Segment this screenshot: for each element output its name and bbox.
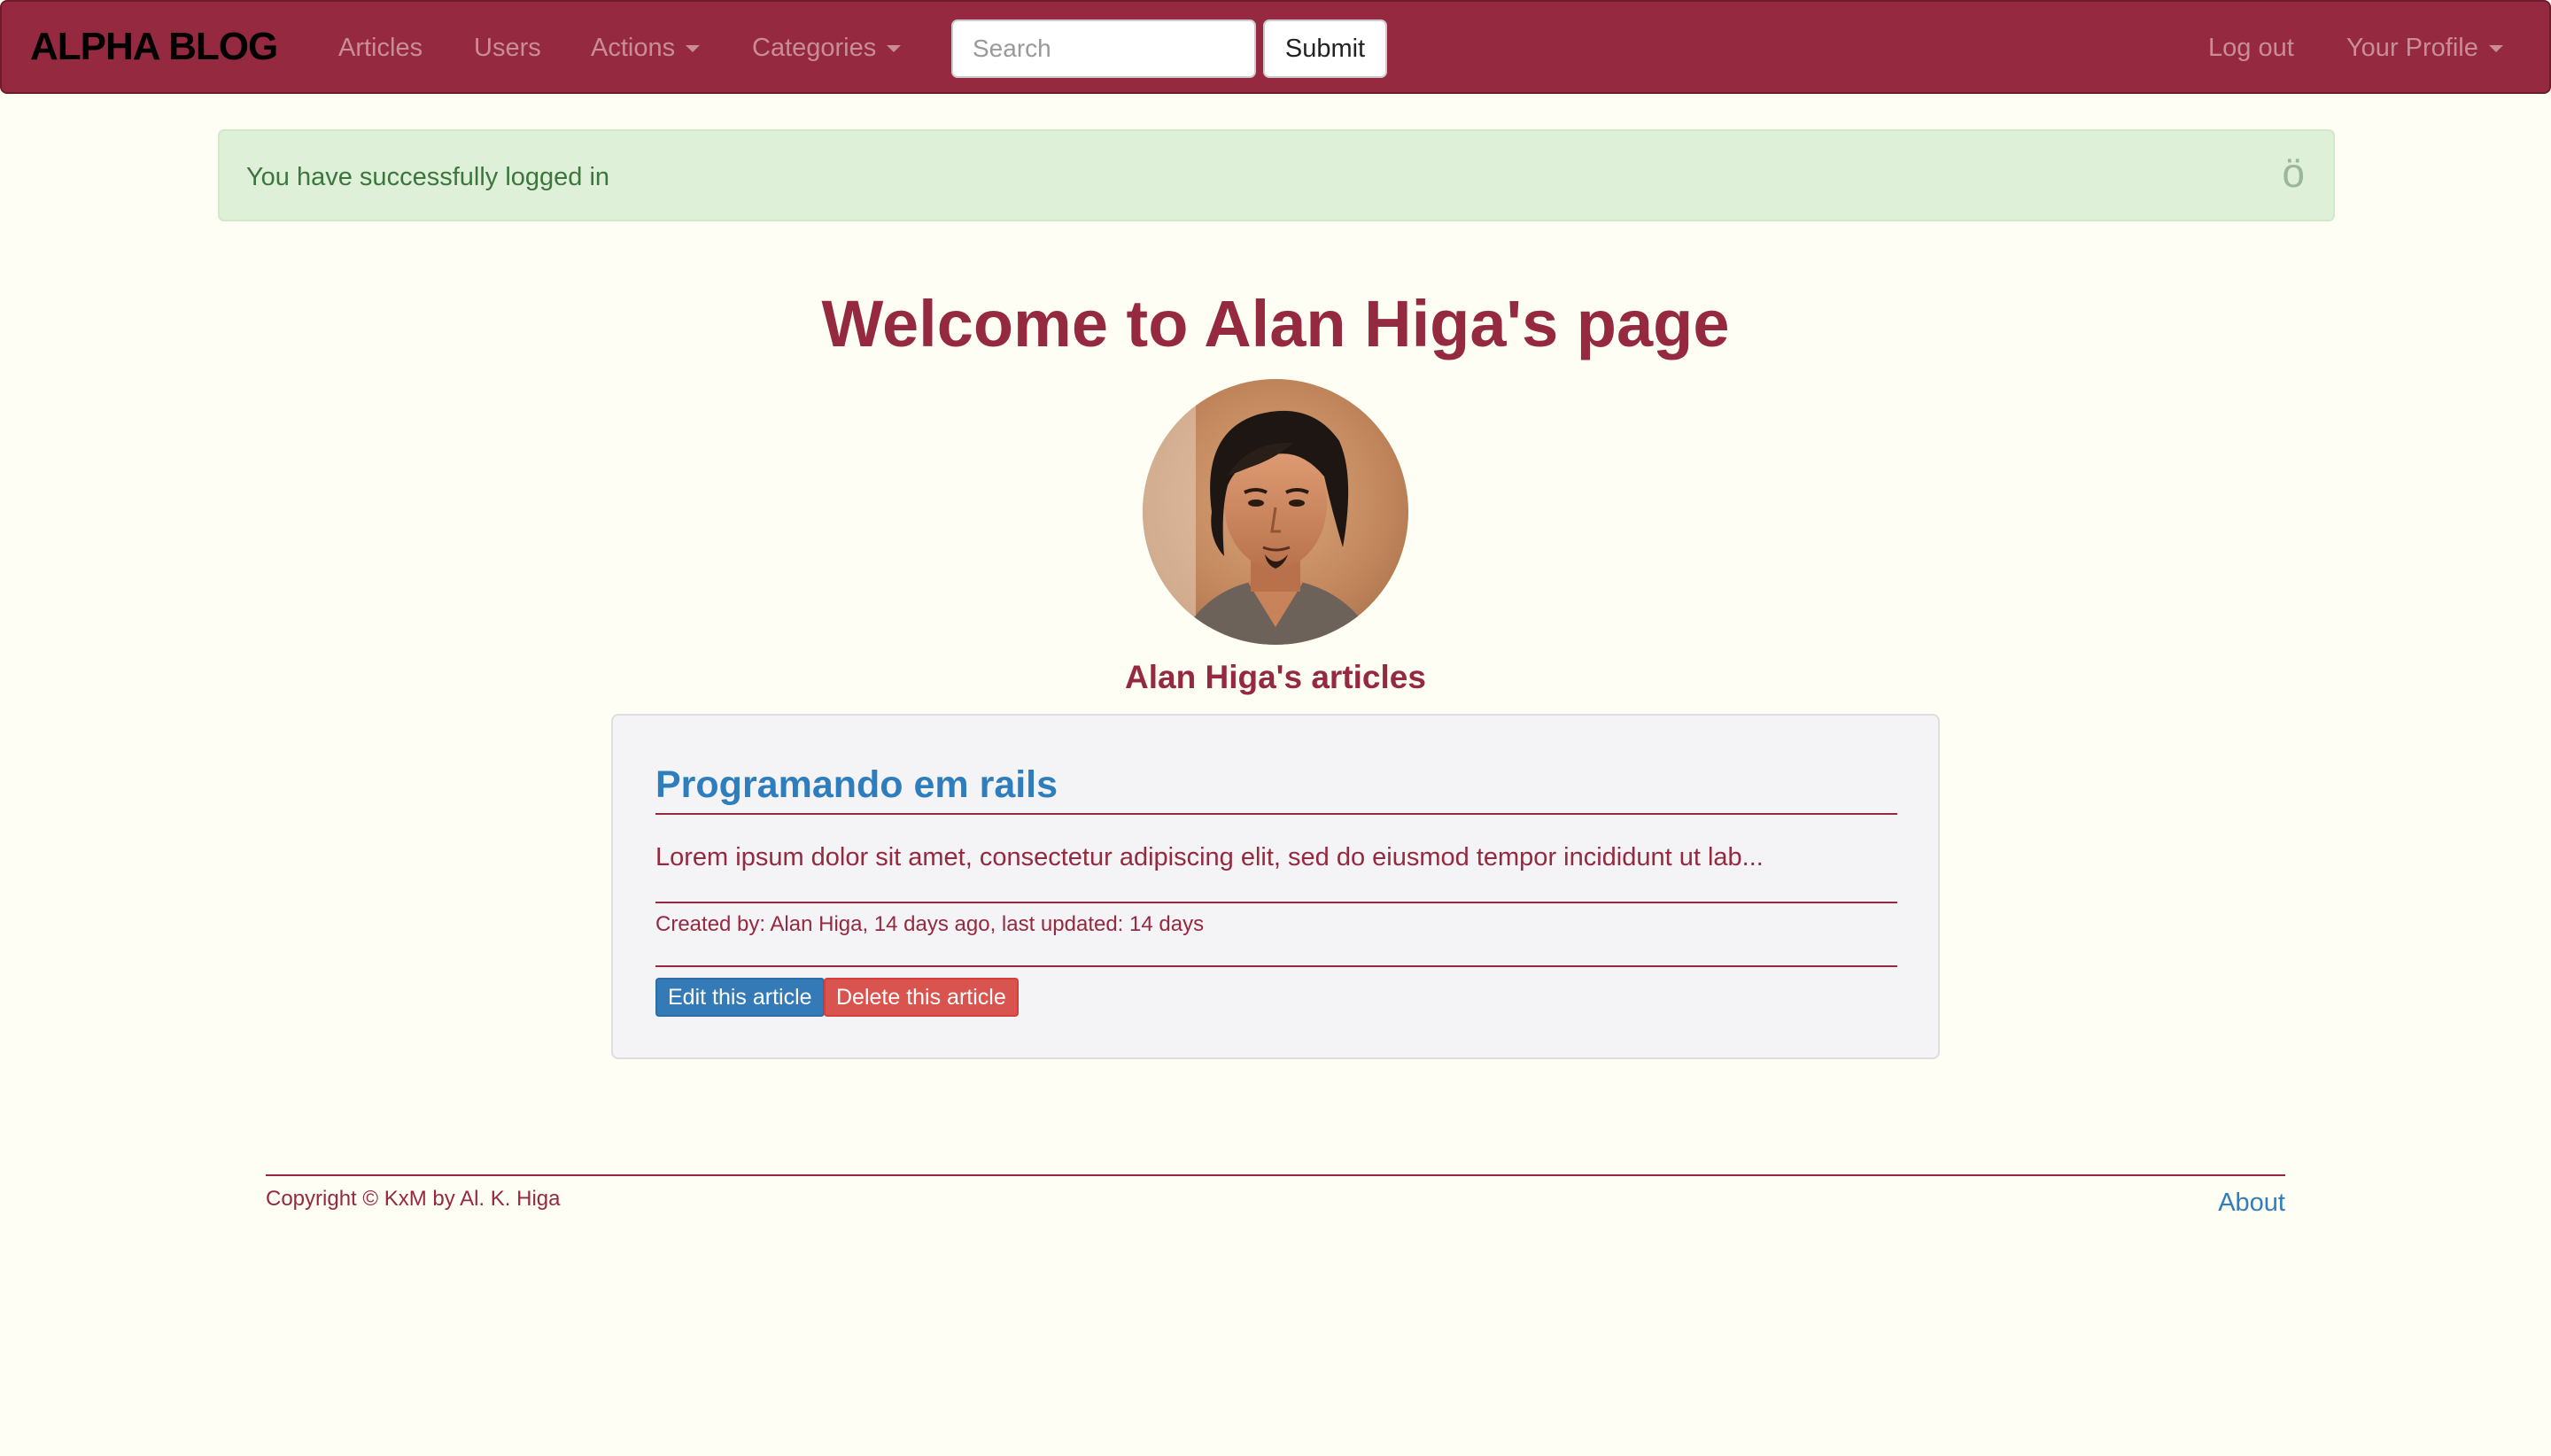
article-meta: Created by: Alan Higa, 14 days ago, last…	[655, 912, 1205, 936]
success-alert: You have successfully logged in ö	[218, 129, 2335, 221]
footer-about-link[interactable]: About	[2218, 1189, 2285, 1218]
nav-categories-label: Categories	[752, 34, 877, 62]
nav-categories-dropdown[interactable]: Categories	[752, 34, 902, 63]
avatar-photo	[1143, 379, 1408, 645]
nav-logout-link[interactable]: Log out	[2208, 34, 2294, 63]
brand-logo[interactable]: ALPHA BLOG	[30, 25, 278, 69]
caret-down-icon	[686, 45, 701, 53]
alert-message: You have successfully logged in	[246, 163, 610, 191]
article-title-link[interactable]: Programando em rails	[655, 763, 1058, 807]
caret-down-icon	[2488, 45, 2503, 53]
footer-copyright: Copyright © KxM by Al. K. Higa	[266, 1187, 561, 1211]
nav-articles-link[interactable]: Articles	[338, 34, 423, 63]
footer-divider	[266, 1174, 2285, 1176]
search-submit-button[interactable]: Submit	[1263, 19, 1387, 78]
article-excerpt: Lorem ipsum dolor sit amet, consectetur …	[655, 843, 1764, 871]
articles-heading: Alan Higa's articles	[1125, 659, 1426, 695]
divider	[655, 965, 1897, 967]
nav-users-link[interactable]: Users	[474, 34, 541, 63]
nav-profile-dropdown[interactable]: Your Profile	[2346, 34, 2503, 63]
article-card: Programando em rails Lorem ipsum dolor s…	[611, 714, 1940, 1059]
nav-actions-dropdown[interactable]: Actions	[591, 34, 701, 63]
navbar: ALPHA BLOG Articles Users Actions Catego…	[0, 0, 2551, 94]
edit-article-button[interactable]: Edit this article	[655, 978, 825, 1017]
delete-article-button[interactable]: Delete this article	[824, 978, 1019, 1017]
caret-down-icon	[887, 45, 902, 53]
nav-profile-label: Your Profile	[2346, 34, 2478, 62]
nav-actions-label: Actions	[591, 34, 676, 62]
search-input[interactable]	[951, 19, 1256, 78]
close-icon[interactable]: ö	[2282, 152, 2305, 193]
avatar	[1143, 379, 1408, 645]
divider	[655, 813, 1897, 815]
page-title: Welcome to Alan Higa's page	[821, 287, 1730, 360]
divider	[655, 902, 1897, 903]
